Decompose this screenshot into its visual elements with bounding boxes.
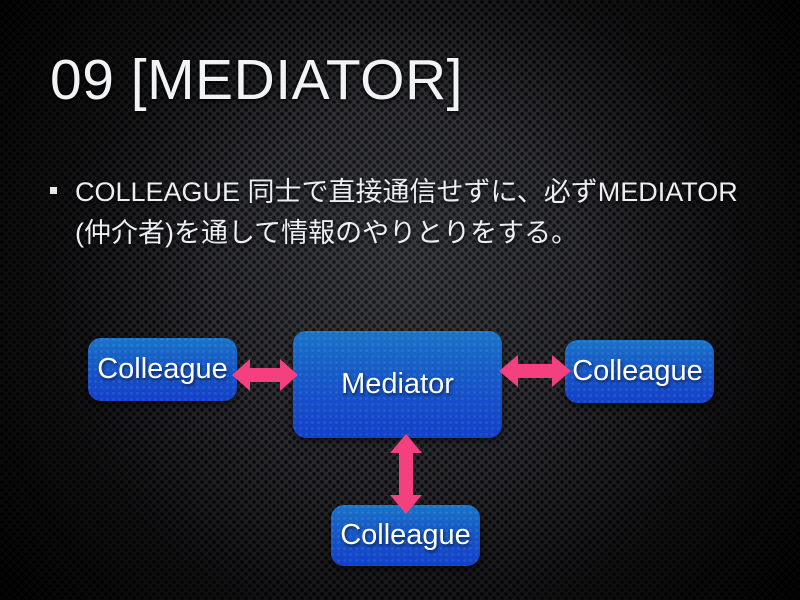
node-mediator[interactable]: Mediator bbox=[293, 331, 502, 438]
arrow-colleague-left-to-mediator bbox=[232, 356, 298, 394]
node-mediator-label: Mediator bbox=[341, 368, 454, 400]
node-colleague-bottom-label: Colleague bbox=[340, 519, 471, 551]
node-colleague-right-label: Colleague bbox=[572, 355, 703, 387]
mediator-diagram: Mediator Colleague Colleague Colleague bbox=[0, 0, 800, 600]
node-colleague-left[interactable]: Colleague bbox=[88, 338, 237, 401]
node-colleague-left-label: Colleague bbox=[97, 353, 228, 385]
node-colleague-right[interactable]: Colleague bbox=[565, 340, 714, 403]
slide-canvas: 09 [MEDIATOR] COLLEAGUE 同士で直接通信せずに、必ずMED… bbox=[0, 0, 800, 600]
node-colleague-bottom[interactable]: Colleague bbox=[331, 505, 480, 566]
arrow-mediator-to-colleague-right bbox=[499, 352, 571, 390]
arrow-mediator-to-colleague-bottom bbox=[387, 434, 425, 514]
